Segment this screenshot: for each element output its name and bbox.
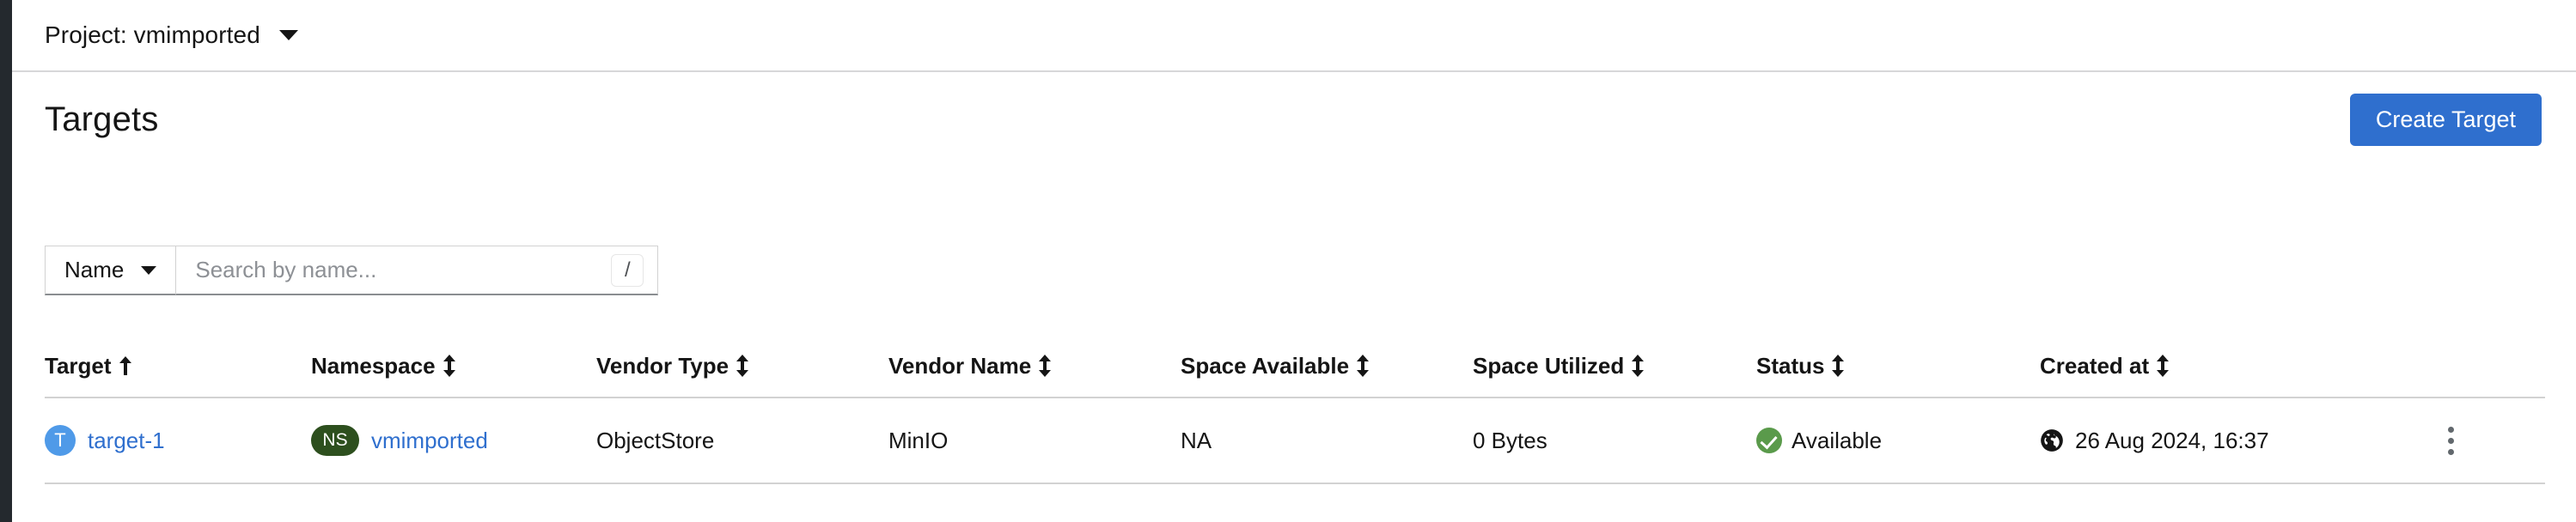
sort-toggle-icon [736, 355, 749, 377]
cell-namespace: NS vmimported [311, 425, 596, 456]
status-badge: Available [1792, 427, 1883, 453]
column-header-namespace[interactable]: Namespace [311, 353, 596, 379]
cell-created-at: 26 Aug 2024, 16:37 [2040, 428, 2418, 454]
sort-toggle-icon [1357, 355, 1370, 377]
left-nav-rail-lower [0, 376, 9, 522]
search-input[interactable] [176, 246, 658, 294]
cell-vendor-name: MinIO [888, 427, 949, 453]
cell-space-utilized: 0 Bytes [1473, 427, 1547, 453]
page-header: Targets Create Target [12, 72, 2576, 167]
cell-actions [2418, 422, 2545, 459]
filter-toolbar: Name / [45, 246, 659, 295]
column-header-target[interactable]: Target [45, 353, 311, 379]
column-header-vendor-type[interactable]: Vendor Type [596, 353, 888, 379]
column-header-label: Status [1756, 352, 1825, 379]
sort-toggle-icon [443, 355, 455, 377]
created-at-value: 26 Aug 2024, 16:37 [2075, 427, 2269, 453]
status-check-icon [1756, 428, 1782, 453]
sort-ascending-icon [119, 355, 131, 377]
column-header-label: Vendor Type [596, 352, 729, 379]
namespace-link[interactable]: vmimported [371, 428, 488, 454]
search-shortcut-badge: / [611, 253, 644, 287]
column-header-space-available[interactable]: Space Available [1181, 353, 1473, 379]
cell-space-available: NA [1181, 427, 1212, 453]
column-header-label: Vendor Name [888, 352, 1032, 379]
namespace-badge-icon: NS [311, 425, 359, 456]
targets-page: Project: vmimported Targets Create Targe… [0, 0, 2576, 522]
column-header-status[interactable]: Status [1756, 353, 2040, 379]
project-selector-label: Project: vmimported [45, 21, 260, 48]
filter-attribute-select[interactable]: Name [45, 246, 176, 295]
table-row: T target-1 NS vmimported ObjectStore Min… [45, 398, 2545, 484]
sort-toggle-icon [1039, 355, 1052, 377]
cell-target: T target-1 [45, 425, 311, 456]
column-header-vendor-name[interactable]: Vendor Name [888, 353, 1181, 379]
cell-vendor-type: ObjectStore [596, 427, 715, 453]
column-header-label: Target [45, 352, 112, 379]
create-target-button[interactable]: Create Target [2349, 93, 2542, 146]
column-header-space-utilized[interactable]: Space Utilized [1473, 353, 1756, 379]
top-bar: Project: vmimported [12, 0, 2576, 72]
filter-attribute-label: Name [64, 257, 125, 282]
target-avatar-icon: T [45, 425, 76, 456]
targets-table: Target Namespace Vendor Type Vendor Name [45, 335, 2545, 484]
column-header-created-at[interactable]: Created at [2040, 353, 2418, 379]
page-title: Targets [45, 100, 159, 138]
column-header-label: Space Utilized [1473, 352, 1625, 379]
sort-toggle-icon [2157, 355, 2170, 377]
sort-toggle-icon [1632, 355, 1645, 377]
column-header-label: Namespace [311, 352, 436, 379]
sort-toggle-icon [1832, 355, 1845, 377]
table-header-row: Target Namespace Vendor Type Vendor Name [45, 335, 2545, 398]
column-header-label: Space Available [1181, 352, 1350, 379]
chevron-down-icon [141, 265, 157, 275]
project-selector[interactable]: Project: vmimported [45, 21, 298, 49]
search-field-wrapper: / [175, 246, 659, 295]
chevron-down-icon [278, 30, 298, 40]
cell-status: Available [1756, 428, 2040, 454]
kebab-menu-icon[interactable] [2433, 422, 2468, 459]
target-link[interactable]: target-1 [88, 428, 165, 454]
column-header-label: Created at [2040, 352, 2150, 379]
globe-icon [2041, 429, 2063, 452]
